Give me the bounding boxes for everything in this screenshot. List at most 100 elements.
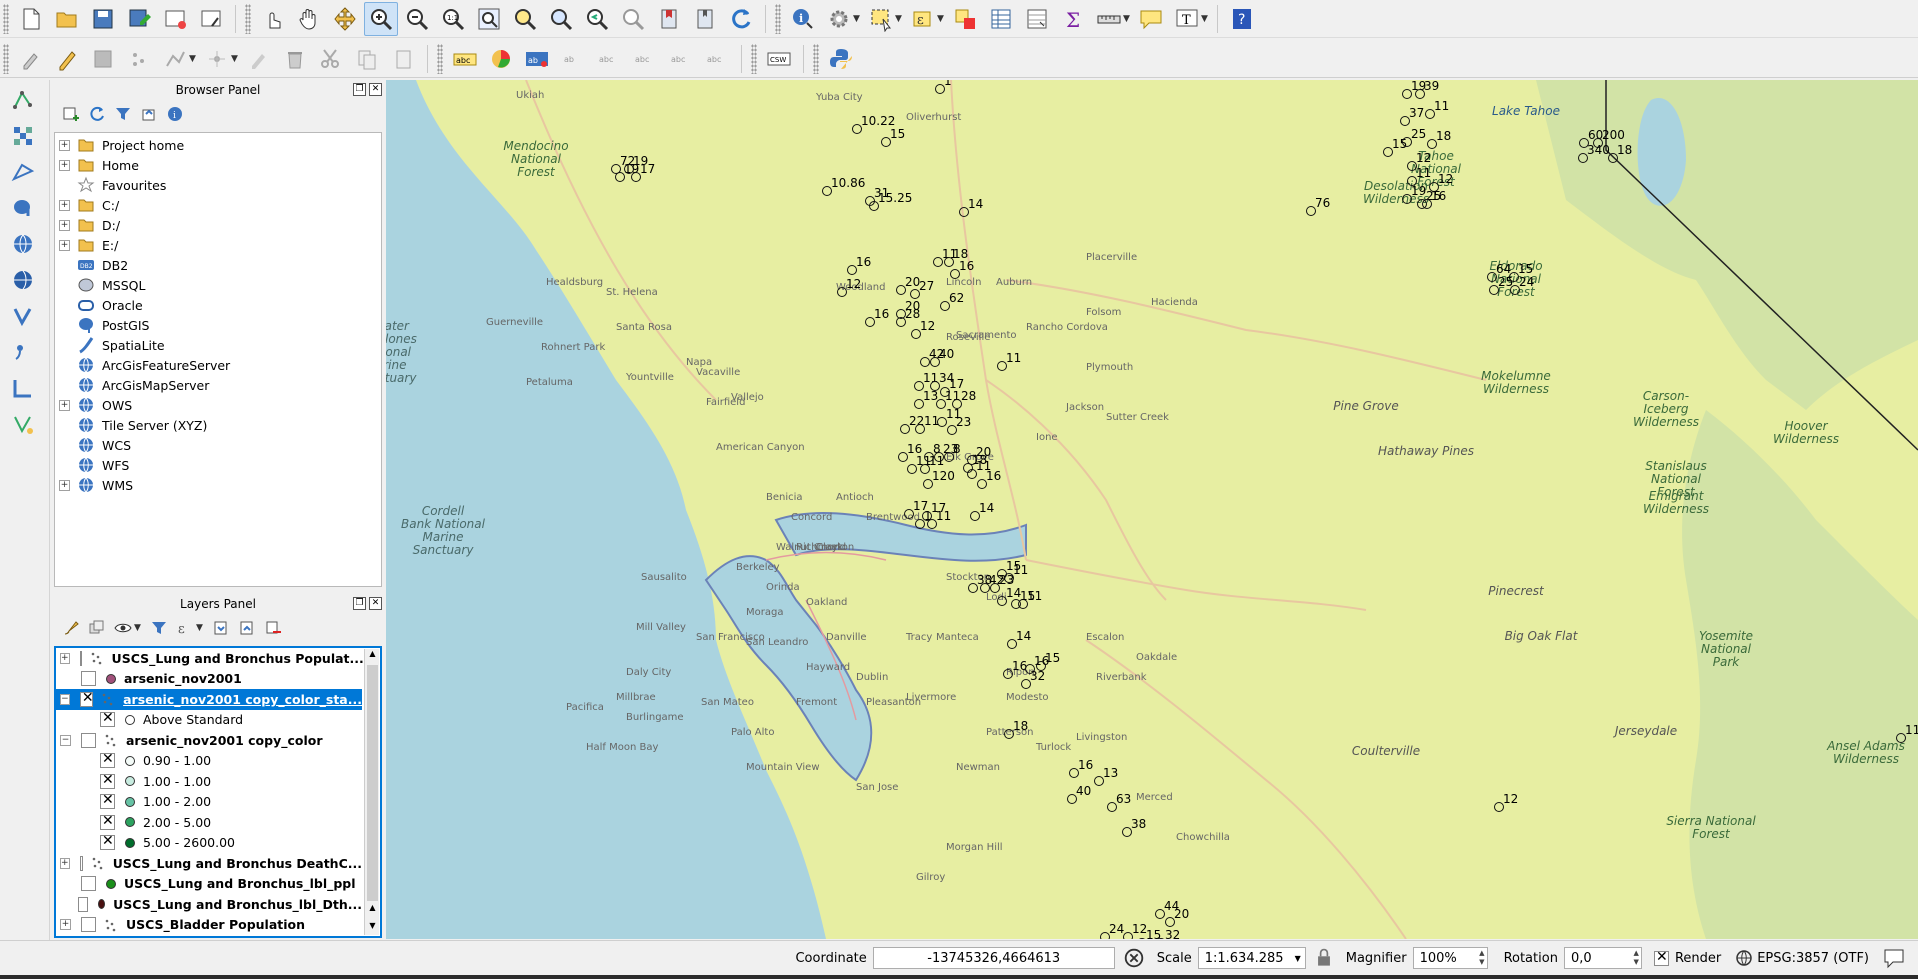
properties-button[interactable]: i bbox=[164, 103, 186, 125]
add-raster-layer-button[interactable] bbox=[6, 120, 40, 152]
collapse-all-layers-button[interactable] bbox=[236, 617, 258, 639]
chevron-down-icon[interactable]: ▼ bbox=[937, 14, 947, 24]
chevron-down-icon[interactable]: ▼ bbox=[1201, 14, 1211, 24]
browser-item[interactable]: + WMS bbox=[55, 475, 381, 495]
toolbar-grip[interactable] bbox=[813, 43, 819, 74]
class-visibility-checkbox[interactable] bbox=[100, 772, 115, 789]
measure-line-button[interactable] bbox=[1092, 2, 1126, 36]
add-delimited-text-button[interactable] bbox=[6, 336, 40, 368]
zoom-out-button[interactable] bbox=[400, 2, 434, 36]
class-visibility-checkbox[interactable] bbox=[100, 833, 115, 851]
layers-scrollbar[interactable]: ▲ ▲ ▼ bbox=[364, 649, 379, 935]
browser-item[interactable]: SpatiaLite bbox=[55, 335, 381, 355]
scroll-up-arrow[interactable]: ▲ bbox=[365, 649, 380, 663]
move-label-button[interactable]: abc bbox=[628, 42, 662, 76]
expand-icon[interactable]: + bbox=[59, 239, 70, 251]
browser-item[interactable]: + Home bbox=[55, 155, 381, 175]
layout-manager-button[interactable] bbox=[194, 2, 228, 36]
layer-row[interactable]: + USCS_Bladder Population bbox=[56, 915, 362, 936]
toggle-extents-button[interactable] bbox=[1122, 946, 1146, 970]
magnifier-spinbox[interactable]: 100% ▲ ▼ bbox=[1412, 947, 1488, 969]
pin-labels-button[interactable]: ab bbox=[556, 42, 590, 76]
toolbar-grip[interactable] bbox=[775, 3, 781, 34]
field-calculator-button[interactable] bbox=[1020, 2, 1054, 36]
class-visibility-checkbox[interactable] bbox=[100, 813, 115, 830]
layer-row[interactable]: + USCS_Lung and Bronchus Populat... bbox=[56, 648, 364, 669]
refresh-browser-button[interactable] bbox=[86, 103, 108, 125]
attribute-table-button[interactable] bbox=[984, 2, 1018, 36]
float-panel-icon[interactable]: ❐ bbox=[353, 83, 366, 96]
browser-item[interactable]: WFS bbox=[55, 455, 381, 475]
browser-item[interactable]: DB2 DB2 bbox=[55, 255, 381, 275]
chevron-down-icon[interactable]: ▼ bbox=[853, 14, 863, 24]
add-group-button[interactable] bbox=[86, 617, 108, 639]
deselect-all-button[interactable] bbox=[948, 2, 982, 36]
run-feature-action-button[interactable] bbox=[822, 2, 856, 36]
add-wms-layer-button[interactable] bbox=[6, 228, 40, 260]
copy-features-button[interactable] bbox=[350, 42, 384, 76]
browser-item[interactable]: + Project home bbox=[55, 135, 381, 155]
layer-row[interactable]: − arsenic_nov2001 copy_color_sta... bbox=[56, 689, 362, 710]
metasearch-button[interactable]: CSW bbox=[762, 42, 796, 76]
modify-attributes-button[interactable] bbox=[242, 42, 276, 76]
scale-combobox[interactable]: 1:1.634.285 ▼ bbox=[1197, 947, 1306, 969]
scroll-up-arrow[interactable]: ▲ bbox=[365, 903, 380, 917]
browser-item[interactable]: + C:/ bbox=[55, 195, 381, 215]
browser-item[interactable]: + E:/ bbox=[55, 235, 381, 255]
zoom-native-button[interactable]: 1:1 bbox=[436, 2, 470, 36]
text-annotation-button[interactable]: T bbox=[1170, 2, 1204, 36]
expand-icon[interactable]: + bbox=[60, 652, 70, 664]
browser-item[interactable]: PostGIS bbox=[55, 315, 381, 335]
layer-visibility-checkbox[interactable] bbox=[77, 896, 89, 912]
manage-map-themes-button[interactable] bbox=[112, 617, 134, 639]
new-shapefile-button[interactable] bbox=[6, 372, 40, 404]
layers-tree[interactable]: + USCS_Lung and Bronchus Populat... arseni… bbox=[54, 646, 382, 938]
spin-arrows-icon[interactable]: ▲ ▼ bbox=[1634, 949, 1639, 967]
layer-visibility-checkbox[interactable] bbox=[79, 650, 82, 666]
pan-to-selection-button[interactable] bbox=[328, 2, 362, 36]
current-edits-button[interactable] bbox=[14, 42, 48, 76]
rotate-label-button[interactable]: abc bbox=[664, 42, 698, 76]
select-by-expression-button[interactable]: ε bbox=[906, 2, 940, 36]
class-visibility-checkbox[interactable] bbox=[100, 751, 115, 769]
legend-class-row[interactable]: 2.00 - 5.00 bbox=[56, 812, 362, 833]
python-console-button[interactable] bbox=[824, 42, 858, 76]
expand-all-button[interactable] bbox=[210, 617, 232, 639]
touch-zoom-button[interactable] bbox=[256, 2, 290, 36]
add-line-button[interactable] bbox=[158, 42, 192, 76]
toggle-editing-button[interactable] bbox=[50, 42, 84, 76]
layer-visibility-checkbox[interactable] bbox=[81, 917, 96, 933]
change-label-button[interactable]: abc bbox=[700, 42, 734, 76]
layer-labeling-button[interactable]: abc bbox=[448, 42, 482, 76]
new-bookmark-button[interactable] bbox=[652, 2, 686, 36]
messages-button[interactable] bbox=[1881, 946, 1907, 970]
save-project-button[interactable] bbox=[86, 2, 120, 36]
expand-icon[interactable]: + bbox=[59, 199, 70, 211]
vertex-tool-button[interactable] bbox=[200, 42, 234, 76]
expand-icon[interactable]: + bbox=[60, 857, 70, 869]
layer-row[interactable]: USCS_Bladder Deathcount bbox=[56, 935, 362, 936]
chevron-down-icon[interactable]: ▼ bbox=[134, 623, 144, 633]
toolbar-grip[interactable] bbox=[3, 43, 9, 74]
chevron-down-icon[interactable]: ▼ bbox=[1123, 14, 1133, 24]
add-postgis-layer-button[interactable] bbox=[6, 192, 40, 224]
legend-class-row[interactable]: Above Standard bbox=[56, 710, 362, 731]
browser-item[interactable]: ArcGisFeatureServer bbox=[55, 355, 381, 375]
new-temporary-layer-button[interactable] bbox=[6, 408, 40, 440]
expand-icon[interactable]: + bbox=[59, 479, 70, 491]
layer-visibility-checkbox[interactable] bbox=[81, 876, 96, 892]
class-visibility-checkbox[interactable] bbox=[100, 792, 115, 810]
legend-class-row[interactable]: 0.90 - 1.00 bbox=[56, 751, 362, 772]
expand-icon[interactable]: + bbox=[59, 139, 70, 151]
map-canvas[interactable]: Ukiah Yuba City Oliverhurst Lincoln Auburn Wo… bbox=[386, 80, 1918, 939]
remove-layer-button[interactable] bbox=[262, 617, 284, 639]
zoom-to-selection-button[interactable] bbox=[508, 2, 542, 36]
chevron-down-icon[interactable]: ▼ bbox=[895, 14, 905, 24]
browser-tree[interactable]: + Project home + Home Favourites + C:/ + D:/ + E:/… bbox=[54, 132, 382, 587]
show-bookmarks-button[interactable] bbox=[688, 2, 722, 36]
pan-map-button[interactable] bbox=[292, 2, 326, 36]
save-as-button[interactable] bbox=[122, 2, 156, 36]
add-point-button[interactable] bbox=[122, 42, 156, 76]
chevron-down-icon[interactable]: ▼ bbox=[1291, 954, 1305, 963]
collapse-icon[interactable]: − bbox=[60, 693, 70, 705]
